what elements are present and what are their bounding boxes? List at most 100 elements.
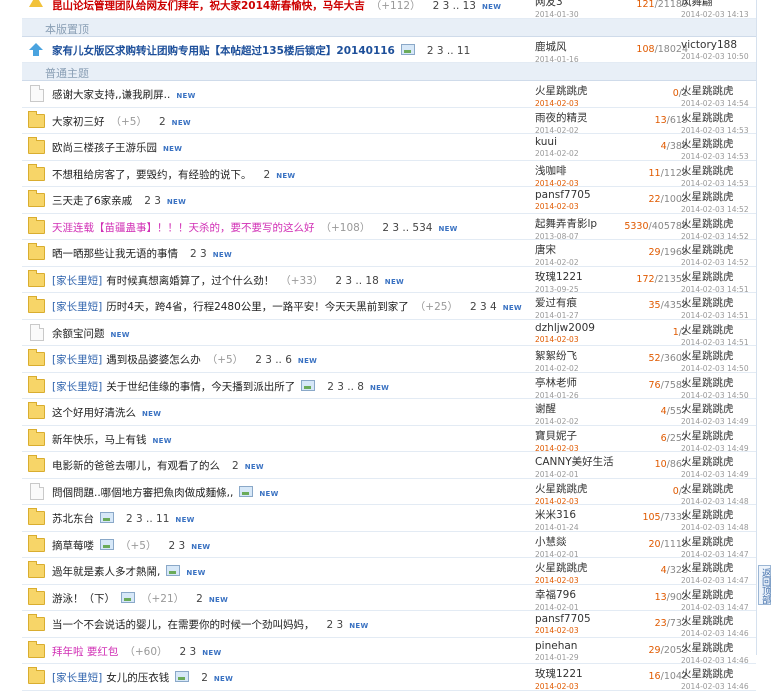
author-link[interactable]: 雨夜的精灵 bbox=[535, 112, 588, 124]
thread-title-link[interactable]: 欧尚三楼孩子王游乐园 bbox=[52, 142, 157, 154]
author-link[interactable]: 爱过有痕 bbox=[535, 297, 577, 309]
author-link[interactable]: 絮絮纷飞 bbox=[535, 350, 577, 362]
thread-page-links[interactable]: 2 3 bbox=[190, 248, 207, 260]
thread-title-link[interactable]: 关于世纪佳缘的事情，今天播到派出所了 bbox=[106, 381, 295, 393]
last-poster-link[interactable]: 火星跳跳虎 bbox=[681, 112, 734, 124]
last-poster-link[interactable]: 火星跳跳虎 bbox=[681, 509, 734, 521]
author-link[interactable]: 火星跳跳虎 bbox=[535, 483, 588, 495]
last-poster-link[interactable]: 火星跳跳虎 bbox=[681, 191, 734, 203]
last-poster-link[interactable]: 火星跳跳虎 bbox=[681, 324, 734, 336]
thread-title-link[interactable]: 問個問題..哪個地方審把魚肉做成麵條,, bbox=[52, 487, 233, 499]
thread-page-links[interactable]: 2 bbox=[264, 169, 271, 181]
author-link[interactable]: pansf7705 bbox=[535, 189, 591, 201]
last-poster-link[interactable]: 火星跳跳虎 bbox=[681, 642, 734, 654]
thread-page-links[interactable]: 2 3 .. 18 bbox=[335, 275, 378, 287]
thread-title-link[interactable]: 电影新的爸爸去哪儿，有观看了的么 bbox=[52, 460, 220, 472]
thread-title-link[interactable]: 拜年啦 要红包 bbox=[52, 646, 118, 658]
thread-page-links[interactable]: 2 3 bbox=[180, 646, 197, 658]
author-link[interactable]: dzhljw2009 bbox=[535, 322, 595, 334]
author-link[interactable]: 火星跳跳虎 bbox=[535, 562, 588, 574]
last-poster-link[interactable]: 火星跳跳虎 bbox=[681, 165, 734, 177]
last-poster-link[interactable]: 火星跳跳虎 bbox=[681, 483, 734, 495]
last-poster-link[interactable]: 火星跳跳虎 bbox=[681, 377, 734, 389]
author-link[interactable]: 谢醒 bbox=[535, 403, 556, 415]
thread-page-links[interactable]: 2 3 .. 11 bbox=[427, 45, 470, 57]
thread-page-links[interactable]: 2 bbox=[196, 593, 203, 605]
thread-page-links[interactable]: 2 3 4 bbox=[470, 301, 497, 313]
author-link[interactable]: kuui bbox=[535, 136, 557, 148]
thread-page-links[interactable]: 2 3 bbox=[144, 195, 161, 207]
last-poster-link[interactable]: 火星跳跳虎 bbox=[681, 350, 734, 362]
thread-category-link[interactable]: [家长里短] bbox=[52, 275, 102, 287]
last-poster-link[interactable]: 火星跳跳虎 bbox=[681, 138, 734, 150]
last-poster-link[interactable]: 火星跳跳虎 bbox=[681, 297, 734, 309]
author-link[interactable]: 唐宋 bbox=[535, 244, 556, 256]
thread-title-link[interactable]: 天涯连载【苗疆蛊事】！！！天杀的，要不要写的这么好 bbox=[52, 222, 315, 234]
thread-title-link[interactable]: 不想租给房客了，要毁约，有经验的说下。 bbox=[52, 169, 252, 181]
author-link[interactable]: CANNY美好生活 bbox=[535, 456, 614, 468]
last-poster-link[interactable]: 风舞翩 bbox=[681, 0, 713, 8]
author-link[interactable]: pansf7705 bbox=[535, 613, 591, 625]
author-link[interactable]: 浅咖啡 bbox=[535, 165, 567, 177]
author-link[interactable]: 起舞弄青影lp bbox=[535, 218, 597, 230]
author-link[interactable]: 玫瑰1221 bbox=[535, 668, 583, 680]
thread-title-link[interactable]: 当一个不会说话的婴儿，在需要你的时候一个劲叫妈妈， bbox=[52, 619, 315, 631]
last-poster-link[interactable]: victory188 bbox=[681, 39, 737, 51]
thread-category-link[interactable]: [家长里短] bbox=[52, 381, 102, 393]
thread-page-links[interactable]: 2 bbox=[232, 460, 239, 472]
thread-title-link[interactable]: 这个好用好清洗么 bbox=[52, 407, 136, 419]
thread-title-link[interactable]: 历时4天，跨4省，行程2480公里，一路平安！今天天黑前到家了 bbox=[106, 301, 409, 313]
author-link[interactable]: 幸福796 bbox=[535, 589, 576, 601]
last-poster-link[interactable]: 火星跳跳虎 bbox=[681, 430, 734, 442]
last-poster-link[interactable]: 火星跳跳虎 bbox=[681, 218, 734, 230]
author-link[interactable]: 鹿城风 bbox=[535, 41, 567, 53]
author-link[interactable]: 小慧燚 bbox=[535, 536, 567, 548]
last-poster-link[interactable]: 火星跳跳虎 bbox=[681, 85, 734, 97]
last-poster-link[interactable]: 火星跳跳虎 bbox=[681, 271, 734, 283]
thread-title-link[interactable]: 晒一晒那些让我无语的事情 bbox=[52, 248, 178, 260]
thread-title-link[interactable]: 苏北东台 bbox=[52, 513, 94, 525]
thread-title-cell: [家长里短] 关于世纪佳缘的事情，今天播到派出所了 2 3 .. 8 NEW bbox=[52, 379, 550, 394]
last-poster-link[interactable]: 火星跳跳虎 bbox=[681, 456, 734, 468]
author-link[interactable]: 米米316 bbox=[535, 509, 576, 521]
thread-title-link[interactable]: 遇到极品婆婆怎么办 bbox=[106, 354, 201, 366]
last-poster-link[interactable]: 火星跳跳虎 bbox=[681, 668, 734, 680]
thread-category-link[interactable]: [家长里短] bbox=[52, 301, 102, 313]
thread-title-link[interactable]: 昆山论坛管理团队给网友们拜年，祝大家2014新春愉快，马年大吉 bbox=[52, 0, 365, 12]
author-link[interactable]: 火星跳跳虎 bbox=[535, 85, 588, 97]
thread-title-link[interactable]: 感谢大家支持,,谦我刷屏.. bbox=[52, 89, 170, 101]
last-poster-link[interactable]: 火星跳跳虎 bbox=[681, 562, 734, 574]
last-poster-link[interactable]: 火星跳跳虎 bbox=[681, 536, 734, 548]
last-poster-link[interactable]: 火星跳跳虎 bbox=[681, 244, 734, 256]
thread-category-link[interactable]: [家长里短] bbox=[52, 672, 102, 684]
thread-page-links[interactable]: 2 3 bbox=[327, 619, 344, 631]
thread-page-links[interactable]: 2 bbox=[159, 116, 166, 128]
last-poster-link[interactable]: 火星跳跳虎 bbox=[681, 403, 734, 415]
author-link[interactable]: 寶貝妮子 bbox=[535, 430, 577, 442]
last-poster-link[interactable]: 火星跳跳虎 bbox=[681, 615, 734, 627]
thread-page-links[interactable]: 2 3 bbox=[168, 540, 185, 552]
author-link[interactable]: 网友3 bbox=[535, 0, 563, 8]
thread-title-link[interactable]: 過年就是素人多才熱鬧, bbox=[52, 566, 160, 578]
thread-title-link[interactable]: 余额宝问题 bbox=[52, 328, 105, 340]
thread-page-links[interactable]: 2 bbox=[201, 672, 208, 684]
thread-page-links[interactable]: 2 3 .. 13 bbox=[433, 0, 476, 12]
thread-title-link[interactable]: 家有儿女版区求购转让团购专用贴【本帖超过135楼后锁定】20140116 bbox=[52, 45, 395, 57]
thread-category-link[interactable]: [家长里短] bbox=[52, 354, 102, 366]
thread-title-link[interactable]: 有时候真想离婚算了，过个什么劲！ bbox=[106, 275, 274, 287]
thread-title-link[interactable]: 女儿的压衣钱 bbox=[106, 672, 169, 684]
thread-title-link[interactable]: 大家初三好 bbox=[52, 116, 105, 128]
thread-title-link[interactable]: 游泳！（下） bbox=[52, 593, 115, 605]
author-link[interactable]: pinehan bbox=[535, 640, 577, 652]
thread-title-link[interactable]: 三天走了6家亲戚 bbox=[52, 195, 132, 207]
last-poster-link[interactable]: 火星跳跳虎 bbox=[681, 589, 734, 601]
thread-page-links[interactable]: 2 3 .. 11 bbox=[126, 513, 169, 525]
thread-title-link[interactable]: 摘草莓喽 bbox=[52, 540, 94, 552]
author-link[interactable]: 玫瑰1221 bbox=[535, 271, 583, 283]
back-to-top-button[interactable]: 返回顶部 bbox=[758, 565, 771, 605]
thread-page-links[interactable]: 2 3 .. 6 bbox=[255, 354, 292, 366]
thread-page-links[interactable]: 2 3 .. 534 bbox=[382, 222, 432, 234]
author-link[interactable]: 亭林老师 bbox=[535, 377, 577, 389]
thread-title-link[interactable]: 新年快乐，马上有钱 bbox=[52, 434, 147, 446]
thread-page-links[interactable]: 2 3 .. 8 bbox=[327, 381, 364, 393]
